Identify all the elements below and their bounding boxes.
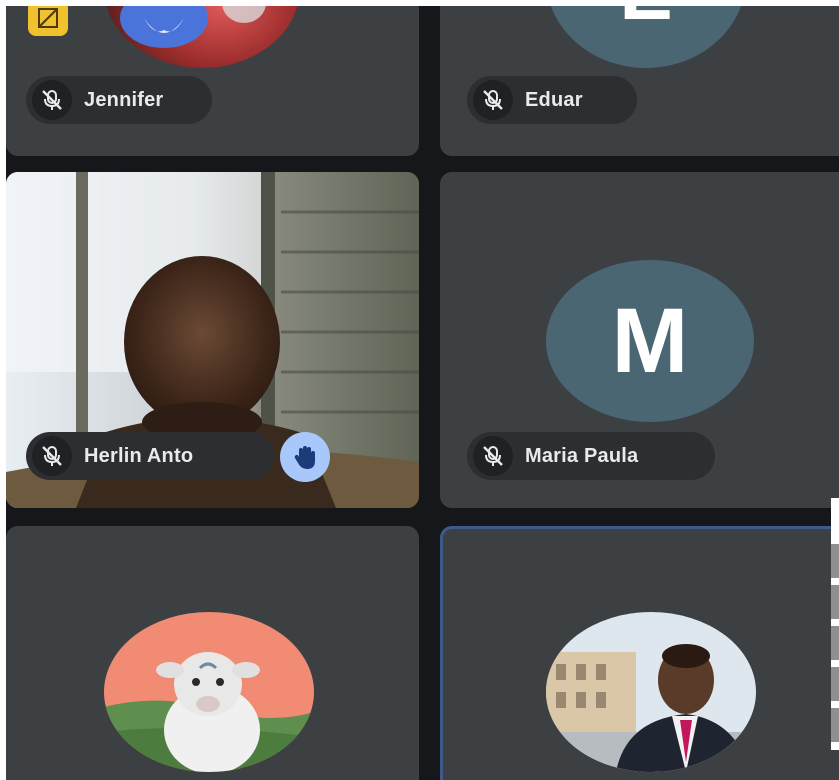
participant-tile-maria-paula[interactable]: M Maria Paula	[440, 172, 839, 508]
name-pill-eduar: Eduar	[467, 76, 637, 124]
avatar-maria-paula: M	[546, 260, 754, 422]
mic-off-icon	[473, 80, 513, 120]
participant-name: Maria Paula	[525, 444, 639, 467]
side-panel-row	[831, 667, 839, 701]
side-panel-row	[831, 708, 839, 742]
participant-name: Jennifer	[84, 88, 164, 111]
mic-off-icon	[32, 80, 72, 120]
mic-off-icon	[473, 436, 513, 476]
participant-name: Herlin Anto	[84, 444, 194, 467]
avatar-eduar: E	[546, 0, 746, 68]
participant-name: Eduar	[525, 88, 583, 111]
name-pill-jennifer: Jennifer	[26, 76, 212, 124]
participant-tile-herlin[interactable]: Herlin Anto	[6, 172, 419, 508]
frame-edge-left	[0, 0, 6, 780]
participant-photo-speaker	[546, 612, 756, 772]
participant-tile-eduar[interactable]: E Eduar	[440, 0, 839, 156]
participant-photo-jennifer	[104, 0, 300, 68]
raised-hand-icon	[294, 446, 315, 469]
participant-tile-active-speaker[interactable]	[440, 526, 839, 780]
name-pill-herlin: Herlin Anto	[26, 432, 274, 480]
name-pill-maria-paula: Maria Paula	[467, 432, 715, 480]
participant-tile-sheep[interactable]	[6, 526, 419, 780]
raised-hand-badge[interactable]	[280, 432, 330, 482]
side-panel-row	[831, 585, 839, 619]
frame-edge-top	[0, 0, 839, 6]
sketch-icon	[38, 8, 58, 28]
meeting-grid: Jennifer E Eduar	[0, 0, 839, 780]
side-panel-row	[831, 544, 839, 578]
participant-tile-jennifer[interactable]: Jennifer	[6, 0, 419, 156]
side-panel-row	[831, 626, 839, 660]
mic-off-icon	[32, 436, 72, 476]
participant-avatar-sheep	[104, 612, 314, 772]
